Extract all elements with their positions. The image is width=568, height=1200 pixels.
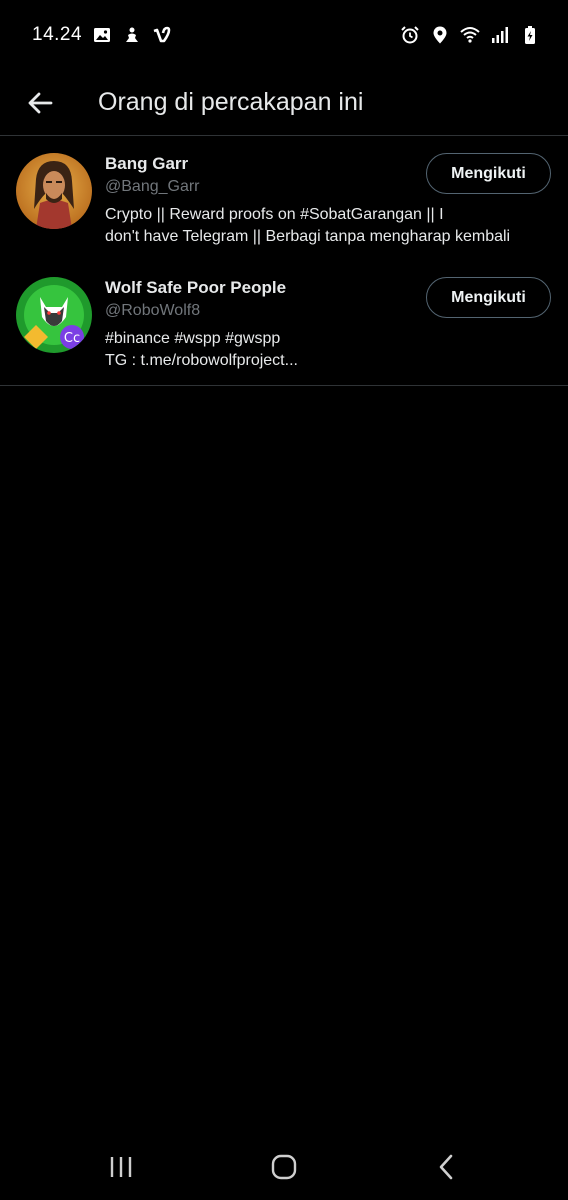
wifi-icon bbox=[460, 25, 480, 45]
recent-apps-button[interactable] bbox=[91, 1142, 151, 1192]
battery-charging-icon bbox=[520, 25, 540, 45]
alarm-icon bbox=[400, 25, 420, 45]
user-bio-line: TG : t.me/robowolfproject... bbox=[105, 352, 298, 369]
following-button[interactable]: Mengikuti bbox=[426, 153, 551, 194]
arrow-left-icon bbox=[28, 92, 53, 113]
user-row[interactable]: Bang Garr @Bang_Garr Crypto || Reward pr… bbox=[0, 137, 568, 261]
location-icon bbox=[430, 25, 450, 45]
status-bar: 14.24 bbox=[0, 0, 568, 70]
header: Orang di percakapan ini bbox=[0, 70, 568, 136]
avatar[interactable]: Cc bbox=[16, 277, 92, 353]
system-back-button[interactable] bbox=[417, 1142, 477, 1192]
user-bio: Crypto || Reward proofs on #SobatGaranga… bbox=[105, 204, 549, 248]
user-row[interactable]: Cc Wolf Safe Poor People @RoboWolf8 #bin… bbox=[0, 261, 568, 385]
status-left: 14.24 bbox=[32, 24, 172, 46]
user-bio: #binance #wspp #gwspp TG : t.me/robowolf… bbox=[105, 328, 549, 372]
notification-icon bbox=[122, 25, 142, 45]
navigation-bar bbox=[0, 1134, 568, 1200]
avatar[interactable] bbox=[16, 153, 92, 229]
page-title: Orang di percakapan ini bbox=[98, 88, 364, 116]
user-bio-line: #binance #wspp #gwspp bbox=[105, 330, 281, 347]
people-list: Bang Garr @Bang_Garr Crypto || Reward pr… bbox=[0, 137, 568, 386]
recent-apps-icon bbox=[111, 1157, 132, 1177]
following-button[interactable]: Mengikuti bbox=[426, 277, 551, 318]
status-right bbox=[400, 25, 540, 45]
svg-text:Cc: Cc bbox=[64, 331, 80, 346]
back-icon bbox=[439, 1154, 452, 1180]
home-icon bbox=[271, 1154, 297, 1180]
status-time: 14.24 bbox=[32, 24, 83, 45]
vimeo-icon bbox=[152, 25, 172, 45]
image-icon bbox=[92, 25, 112, 45]
signal-icon bbox=[490, 25, 510, 45]
user-bio-line: Crypto || Reward proofs on #SobatGaranga… bbox=[105, 206, 444, 223]
home-button[interactable] bbox=[254, 1142, 314, 1192]
back-button[interactable] bbox=[10, 73, 70, 133]
user-bio-line: don't have Telegram || Berbagi tanpa men… bbox=[105, 228, 511, 245]
